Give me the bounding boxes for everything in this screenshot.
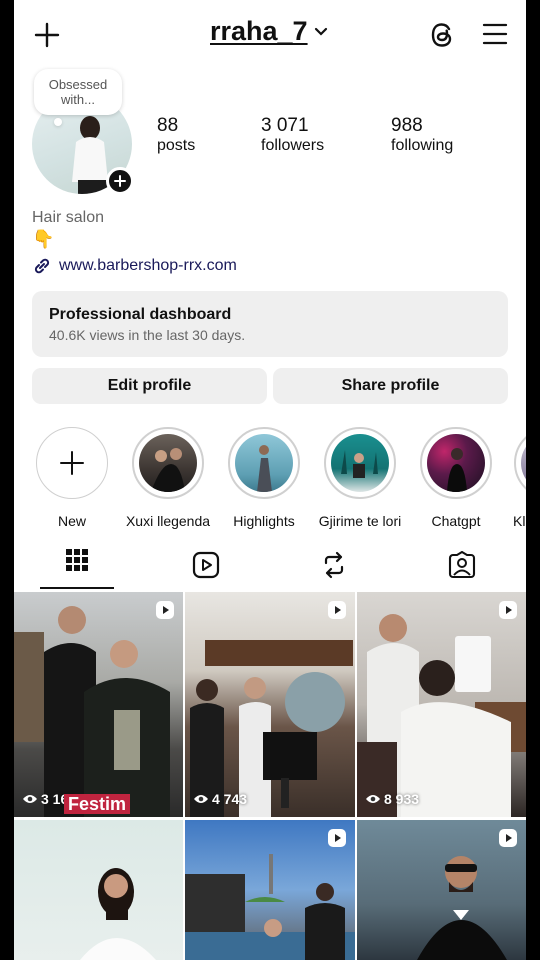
bio-link-text: www.barbershop-rrx.com: [59, 257, 237, 274]
highlight-new-ring: [36, 427, 108, 499]
highlight-image: [427, 434, 485, 492]
share-profile-button[interactable]: Share profile: [273, 368, 508, 404]
username: rraha_7: [210, 16, 308, 46]
note-bubble[interactable]: Obsessed with...: [34, 69, 122, 115]
highlight-image: [139, 434, 197, 492]
account-switcher[interactable]: rraha_7: [210, 16, 328, 47]
link-icon: [34, 258, 50, 274]
highlight-ring: [324, 427, 396, 499]
post-caption-overlay: Festim: [64, 794, 131, 814]
stat-followers-value: 3 071: [261, 115, 309, 136]
highlight-kla[interactable]: Kla: [513, 427, 526, 537]
highlight-ring: [514, 427, 526, 499]
view-count: 8 933: [365, 791, 419, 807]
highlight-ring: [228, 427, 300, 499]
view-count: 4 743: [193, 791, 247, 807]
view-count-text: 8 933: [384, 791, 420, 807]
repost-icon: [324, 551, 344, 579]
highlight-ring: [420, 427, 492, 499]
highlight-ring: [132, 427, 204, 499]
views-eye-icon: [366, 795, 380, 803]
tagged-person-icon: [448, 550, 476, 579]
stat-posts-label: posts: [157, 137, 196, 154]
tab-reposts[interactable]: [321, 551, 347, 584]
dashboard-subtitle: 40.6K views in the last 30 days.: [49, 327, 246, 343]
stat-posts[interactable]: 88 posts: [157, 115, 195, 155]
highlight-image: [331, 434, 389, 492]
highlight-label: Kla: [513, 513, 526, 529]
highlight-image: [521, 434, 526, 492]
tab-tagged[interactable]: [448, 550, 476, 584]
reel-badge-icon: [327, 600, 347, 625]
highlight-gjirime-te-lori[interactable]: Gjirime te lori: [319, 427, 401, 537]
profile-screen: rraha_7 Obsessed with... 88 posts 3 071 …: [14, 0, 526, 960]
grid-post-1[interactable]: 3 168 Festim: [14, 592, 183, 817]
grid-post-3[interactable]: 8 933: [357, 592, 526, 817]
views-eye-icon: [23, 795, 37, 803]
grid-icon: [66, 549, 88, 571]
views-eye-icon: [194, 795, 208, 803]
reel-badge-icon: [498, 828, 518, 853]
highlight-xuxi-llegenda[interactable]: Xuxi llegenda: [126, 427, 210, 537]
highlight-chatgpt[interactable]: Chatgpt: [420, 427, 492, 537]
stat-following[interactable]: 988 following: [391, 115, 453, 155]
threads-icon[interactable]: [428, 20, 456, 55]
highlight-highlights[interactable]: Highlights: [228, 427, 300, 537]
create-plus-icon[interactable]: [34, 22, 60, 53]
reel-badge-icon: [327, 828, 347, 853]
highlight-label: Xuxi llegenda: [125, 513, 211, 529]
chevron-down-icon: [314, 27, 327, 36]
tab-reels[interactable]: [192, 551, 220, 584]
plus-icon: [60, 451, 84, 475]
reel-badge-icon: [498, 600, 518, 625]
stat-following-value: 988: [391, 115, 423, 136]
stat-posts-value: 88: [157, 115, 179, 136]
highlight-label: Gjirime te lori: [318, 513, 402, 529]
bio-category: Hair salon: [32, 209, 105, 226]
reel-badge-icon: [155, 600, 175, 625]
highlight-label: Highlights: [233, 513, 295, 529]
add-story-icon[interactable]: [106, 167, 134, 195]
view-count-text: 4 743: [212, 791, 248, 807]
highlight-new[interactable]: New: [36, 427, 108, 537]
menu-hamburger-icon[interactable]: [482, 22, 508, 51]
grid-post-6[interactable]: [357, 820, 526, 960]
edit-profile-button[interactable]: Edit profile: [32, 368, 267, 404]
dashboard-title: Professional dashboard: [49, 306, 232, 323]
highlight-label: New: [57, 513, 86, 529]
highlight-label: Chatgpt: [431, 513, 481, 529]
reels-icon: [192, 551, 220, 579]
highlight-image: [235, 434, 293, 492]
grid-post-4[interactable]: [14, 820, 183, 960]
bio-emoji: 👇: [32, 229, 55, 249]
note-text: Obsessed with...: [48, 77, 108, 107]
bio-link[interactable]: www.barbershop-rrx.com: [32, 256, 237, 276]
grid-post-2[interactable]: 4 743: [185, 592, 355, 817]
tab-active-indicator: [40, 587, 114, 589]
grid-post-5[interactable]: [185, 820, 355, 960]
stat-followers-label: followers: [261, 137, 325, 154]
note-tail-dot: [54, 118, 62, 126]
stat-followers[interactable]: 3 071 followers: [261, 115, 324, 155]
stat-following-label: following: [391, 137, 454, 154]
tab-grid[interactable]: [40, 548, 114, 588]
professional-dashboard-card[interactable]: Professional dashboard 40.6K views in th…: [32, 291, 508, 357]
